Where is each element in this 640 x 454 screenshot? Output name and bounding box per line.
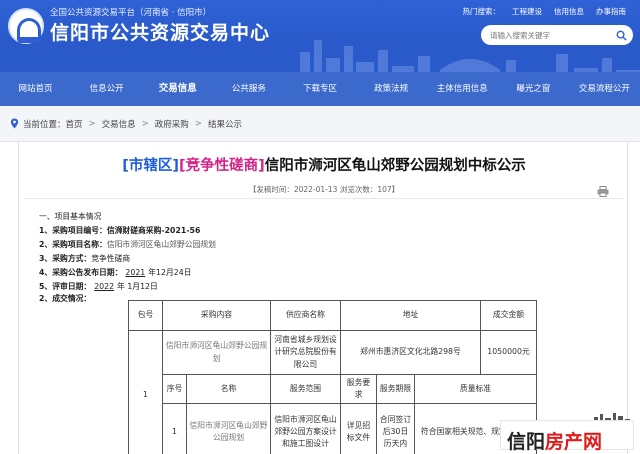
breadcrumb-trade-info[interactable]: 交易信息 <box>102 118 136 130</box>
hot-search-label: 热门搜索： <box>462 7 501 16</box>
header-banner: 全国公共资源交易平台（河南省 · 信阳市） 信阳市公共资源交易中心 热门搜索： … <box>0 0 640 72</box>
breadcrumb-separator: > <box>194 118 202 129</box>
project-name-value: 信阳市浉河区龟山郊野公园规划 <box>106 240 216 249</box>
header-address: 地址 <box>339 300 482 331</box>
table-subheader-row: 序号 名称 服务范围 服务要求 服务期限 质量标准 <box>129 373 538 405</box>
review-date-label: 5、评审日期： <box>39 282 92 291</box>
table-header-row: 包号 采购内容 供应商名称 地址 成交金额 <box>128 300 538 331</box>
search-icon[interactable] <box>613 27 629 43</box>
subheader-scope: 服务范围 <box>270 373 341 405</box>
method-tag: [竞争性磋商] <box>179 158 265 174</box>
cell-package-no: 1 <box>128 329 163 454</box>
site-title[interactable]: 信阳市公共资源交易中心 <box>50 18 270 45</box>
nav-item-process[interactable]: 交易流程公开 <box>569 72 640 106</box>
main-nav: 网站首页 信息公开 交易信息 公共服务 下载专区 政策法规 主体信用信息 曝光之… <box>0 72 640 106</box>
nav-item-home[interactable]: 网站首页 <box>0 72 71 106</box>
watermark-text-b: 房产网 <box>545 431 603 453</box>
project-name-label: 2、采购项目名称： <box>39 240 107 249</box>
nav-item-trade-info[interactable]: 交易信息 <box>142 72 213 106</box>
cell-service-name: 信阳市浉河区龟山郊野公园规划 <box>186 403 271 454</box>
location-pin-icon <box>10 118 19 129</box>
cell-address: 郑州市惠济区文化北路298号 <box>339 330 482 375</box>
header-content: 采购内容 <box>162 300 271 331</box>
top-links: 热门搜索： 工程建设 信用信息 办事指南 <box>463 6 627 17</box>
cell-content: 信阳市浉河区龟山郊野公园规划 <box>162 330 271 375</box>
nav-item-public-service[interactable]: 公共服务 <box>213 72 284 106</box>
watermark-box: 信阳房产网 <box>500 420 634 453</box>
top-link-engineering[interactable]: 工程建设 <box>512 6 542 17</box>
breadcrumb-separator: > <box>88 118 96 129</box>
title-text: 信阳市浉河区龟山郊野公园规划中标公示 <box>264 158 526 174</box>
publish-date-line: 4、采购公告发布日期： 2021 年12月24日 <box>39 267 191 278</box>
project-number-line: 1、采购项目编号：信浉财磋商采购-2021-56 <box>39 225 200 236</box>
article-meta: 【发稿时间：2022-01-13 浏览次数：107】 <box>248 185 400 194</box>
method-value: 竞争性磋商 <box>91 254 131 263</box>
watermark-logo: 信阳房产网 <box>500 412 640 454</box>
cell-service-scope: 信阳市浉河区龟山郊野公园方案设计和施工图设计 <box>270 403 341 454</box>
method-line: 3、采购方式：竞争性磋商 <box>39 253 130 264</box>
cell-service-requirement: 详见招标文件 <box>340 403 377 454</box>
top-link-credit[interactable]: 信用信息 <box>554 6 584 17</box>
platform-line: 全国公共资源交易平台（河南省 · 信阳市） <box>50 8 212 18</box>
cell-supplier: 河南省城乡规划设计研究总院股份有限公司 <box>270 330 341 375</box>
review-month-day: 年 1月12日 <box>117 282 158 291</box>
article-card: [市辖区][竞争性磋商]信阳市浉河区龟山郊野公园规划中标公示 【发稿时间：202… <box>18 142 628 454</box>
section-deal-status: 2、成交情况： <box>39 294 92 303</box>
top-link-guide[interactable]: 办事指南 <box>596 6 626 17</box>
subheader-quality: 质量标准 <box>413 373 538 405</box>
publish-month-day: 年12月24日 <box>148 268 192 277</box>
nav-item-downloads[interactable]: 下载专区 <box>284 72 355 106</box>
nav-item-credit[interactable]: 主体信用信息 <box>427 72 498 106</box>
cell-seq: 1 <box>162 403 187 454</box>
publish-date-label: 4、采购公告发布日期： <box>39 268 123 277</box>
review-date-line: 5、评审日期： 2022 年 1月12日 <box>39 281 158 292</box>
breadcrumb-separator: > <box>141 118 149 129</box>
project-name-line: 2、采购项目名称：信阳市浉河区龟山郊野公园规划 <box>39 239 216 250</box>
review-year: 2022 <box>94 282 115 291</box>
project-number-label: 1、采购项目编号： <box>39 226 107 235</box>
breadcrumb-prefix: 当前位置： <box>23 119 66 130</box>
header-package: 包号 <box>128 300 163 331</box>
cell-amount: 1050000元 <box>480 330 538 375</box>
breadcrumb-home[interactable]: 首页 <box>66 118 83 130</box>
article-title: [市辖区][竞争性磋商]信阳市浉河区龟山郊野公园规划中标公示 <box>19 154 629 175</box>
watermark-text: 信阳房产网 <box>507 427 602 454</box>
nav-item-exposure[interactable]: 曝光之窗 <box>498 72 569 106</box>
result-table: 包号 采购内容 供应商名称 地址 成交金额 1 信阳市浉河区龟山郊野公园规划 河… <box>128 300 538 454</box>
breadcrumb-result[interactable]: 结果公示 <box>208 118 242 130</box>
section-basic-info: 一、项目基本情况 <box>39 212 102 221</box>
search-input[interactable] <box>481 25 633 45</box>
site-logo[interactable] <box>8 8 44 44</box>
header-amount: 成交金额 <box>480 300 538 331</box>
watermark-text-a: 信阳 <box>507 431 546 453</box>
table-row: 1 信阳市浉河区龟山郊野公园规划 河南省城乡规划设计研究总院股份有限公司 郑州市… <box>128 329 538 454</box>
title-divider <box>25 198 623 199</box>
nav-item-info-public[interactable]: 信息公开 <box>71 72 142 106</box>
subheader-requirement: 服务要求 <box>340 373 377 405</box>
subheader-seq: 序号 <box>162 373 187 405</box>
project-number-value: 信浉财磋商采购-2021-56 <box>106 226 201 235</box>
table-row: 1 信阳市浉河区龟山郊野公园规划 信阳市浉河区龟山郊野公园方案设计和施工图设计 … <box>129 403 538 454</box>
method-label: 3、采购方式： <box>39 254 92 263</box>
nav-item-policy[interactable]: 政策法规 <box>356 72 427 106</box>
subheader-name: 名称 <box>186 373 271 405</box>
breadcrumb: 当前位置： 首页 > 交易信息 > 政府采购 > 结果公示 <box>0 106 640 142</box>
header-supplier: 供应商名称 <box>270 300 341 331</box>
subheader-period: 服务期限 <box>376 373 415 405</box>
cell-service-period: 合同签订后30日历天内 <box>376 403 415 454</box>
district-tag: [市辖区] <box>122 158 179 174</box>
breadcrumb-procurement[interactable]: 政府采购 <box>155 118 189 130</box>
publish-year: 2021 <box>125 268 146 277</box>
